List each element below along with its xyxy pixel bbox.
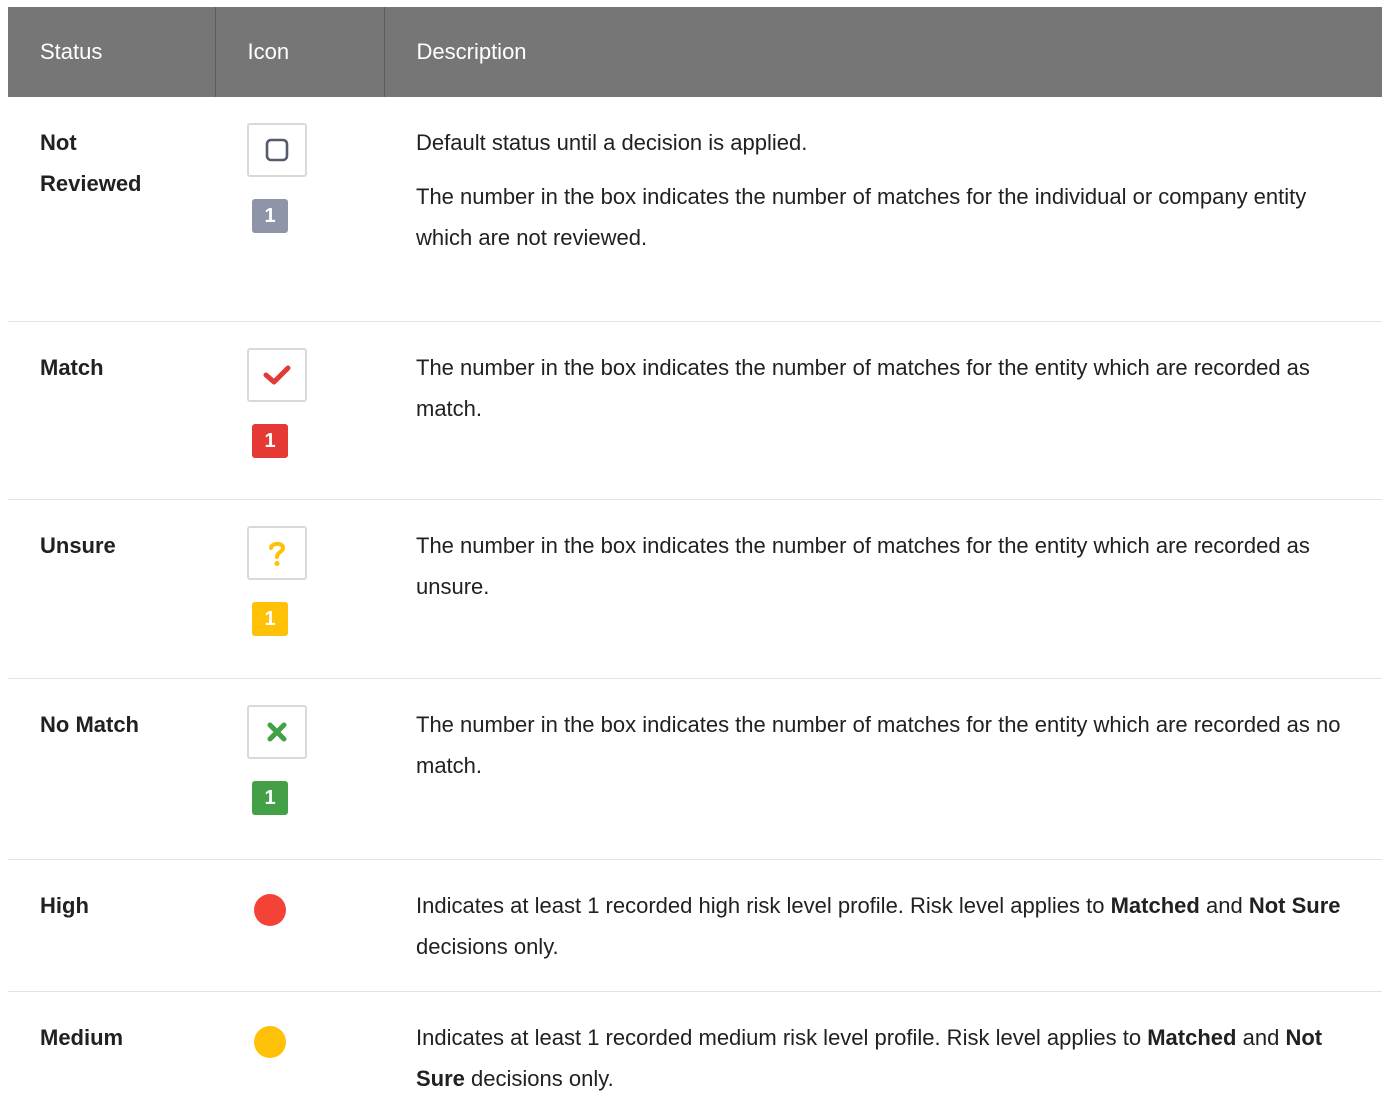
description-emphasis: Matched	[1147, 1024, 1237, 1050]
status-label: Reviewed	[40, 171, 142, 196]
column-header-status: Status	[8, 7, 215, 97]
description-text-part: and	[1205, 892, 1243, 918]
count-badge: 1	[252, 601, 288, 636]
description-text: The number in the box indicates the numb…	[416, 532, 1310, 599]
status-cell: Not Reviewed	[8, 97, 215, 322]
status-cell: Medium	[8, 991, 215, 1099]
icon-cell: 1	[215, 97, 384, 322]
status-label: Match	[40, 354, 104, 380]
status-cell: Unsure	[8, 499, 215, 679]
table-row-no-match: No Match 1 The number in the box indicat…	[8, 678, 1382, 860]
question-mark-icon	[247, 525, 307, 580]
description-text-part: and	[1242, 1024, 1280, 1050]
status-cell: Match	[8, 321, 215, 500]
description-text: Indicates at least 1 recorded medium ris…	[416, 1017, 1342, 1099]
icon-cell: 1	[215, 678, 384, 860]
table-row-high: High Indicates at least 1 recorded high …	[8, 859, 1382, 992]
table-header: Status Icon Description	[8, 7, 1382, 97]
status-label: Unsure	[40, 532, 116, 558]
table-row-unsure: Unsure 1 The number in the box indicates…	[8, 499, 1382, 679]
status-legend-table: Status Icon Description Not Reviewed 1 D…	[8, 7, 1382, 1099]
description-text: Default status until a decision is appli…	[416, 130, 808, 155]
status-cell: High	[8, 859, 215, 992]
cross-icon	[247, 704, 307, 759]
description-emphasis: Matched	[1110, 892, 1200, 918]
yellow-dot-icon	[254, 1025, 286, 1058]
description-cell: The number in the box indicates the numb…	[384, 321, 1382, 500]
description-text: The number in the box indicates the numb…	[416, 184, 1307, 250]
status-label: Medium	[40, 1024, 124, 1050]
icon-cell	[215, 991, 384, 1099]
header-row: Status Icon Description	[8, 7, 1382, 97]
description-text: The number in the box indicates the numb…	[416, 711, 1341, 778]
description-text-part: decisions only.	[471, 1065, 614, 1091]
empty-checkbox-icon	[247, 123, 307, 177]
checkmark-icon	[247, 347, 307, 402]
red-dot-icon	[254, 893, 286, 926]
description-cell: Default status until a decision is appli…	[384, 97, 1382, 322]
description-cell: The number in the box indicates the numb…	[384, 499, 1382, 679]
description-cell: Indicates at least 1 recorded high risk …	[384, 859, 1382, 992]
description-text-part: decisions only.	[416, 933, 559, 959]
status-cell: No Match	[8, 678, 215, 860]
status-label: No Match	[40, 711, 139, 737]
description-text: Indicates at least 1 recorded high risk …	[416, 885, 1342, 967]
table-row-medium: Medium Indicates at least 1 recorded med…	[8, 991, 1382, 1099]
description-cell: Indicates at least 1 recorded medium ris…	[384, 991, 1382, 1099]
description-text-part: Indicates at least 1 recorded medium ris…	[416, 1024, 1142, 1050]
description-emphasis: Not Sure	[1248, 892, 1341, 918]
table-row-match: Match 1 The number in the box indicates …	[8, 321, 1382, 500]
count-badge: 1	[252, 199, 288, 233]
icon-cell: 1	[215, 321, 384, 500]
count-badge: 1	[252, 423, 288, 458]
status-label: High	[40, 892, 89, 918]
description-cell: The number in the box indicates the numb…	[384, 678, 1382, 860]
description-text: The number in the box indicates the numb…	[416, 354, 1310, 421]
count-badge: 1	[252, 780, 288, 815]
column-header-description: Description	[383, 7, 1382, 97]
table-row-not-reviewed: Not Reviewed 1 Default status until a de…	[8, 97, 1382, 322]
icon-cell: 1	[215, 499, 384, 679]
icon-cell	[215, 859, 384, 992]
description-text-part: Indicates at least 1 recorded high risk …	[416, 892, 1105, 918]
column-header-icon: Icon	[214, 7, 384, 97]
status-label: Not	[40, 130, 77, 155]
